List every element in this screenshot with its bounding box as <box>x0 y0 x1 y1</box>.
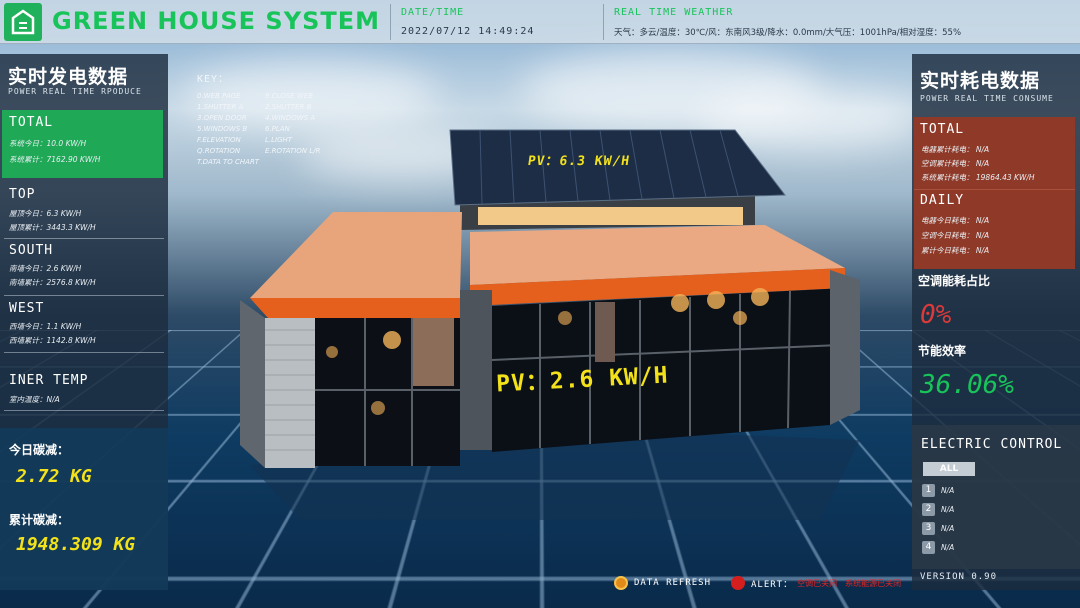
row-label: 室内温度： <box>9 395 47 404</box>
consume-daily-heading: DAILY <box>920 193 964 208</box>
carbon-today-label: 今日碳减： <box>9 441 69 458</box>
datetime-label: DATE/TIME <box>401 7 464 18</box>
row-value: 10.0 KW/H <box>47 139 87 148</box>
generation-subtitle: POWER REAL TIME RPODUCE <box>8 87 142 96</box>
row-label: 屋顶今日： <box>9 209 47 218</box>
row-value: 1.1 KW/H <box>47 322 82 331</box>
control-switch-3[interactable]: 3 N/A <box>922 522 954 535</box>
key-item: T.DATA TO CHART <box>197 158 259 166</box>
row-label: 南墙累计： <box>9 278 47 287</box>
row-value: 2576.8 KW/H <box>47 278 96 287</box>
weather-value: 天气：多云/温度：30℃/风：东南风3级/降水：0.0mm/大气压：1001hP… <box>614 26 961 38</box>
key-item: 4.WINDOWS A <box>265 114 315 122</box>
key-item: Q.ROTATION <box>197 147 240 155</box>
key-item: 3.OPEN DOOR <box>197 114 247 122</box>
ac-ratio-label: 空调能耗占比 <box>918 272 990 289</box>
row-value: 2.6 KW/H <box>47 264 82 273</box>
row-label: 西墙累计： <box>9 336 47 345</box>
efficiency-value: 36.06% <box>920 370 1014 400</box>
row-label: 系统今日： <box>9 139 47 148</box>
row-label: 南墙今日： <box>9 264 47 273</box>
carbon-today-value: 2.72 KG <box>16 466 92 487</box>
row-value: 3443.3 KW/H <box>47 223 96 232</box>
row-value: 7162.90 KW/H <box>47 155 101 164</box>
electric-control-title: ELECTRIC CONTROL <box>921 437 1062 452</box>
header-bar: GREEN HOUSE SYSTEM DATE/TIME 2022/07/12 … <box>0 0 1080 44</box>
row-label: 系统累计耗电： <box>921 173 974 182</box>
key-item: 5.WINDOWS B <box>197 125 247 133</box>
south-heading[interactable]: SOUTH <box>9 243 53 258</box>
alert-indicator: ALERT： 空调已关闭 系统能源已关闭 <box>731 576 901 590</box>
control-switch-1[interactable]: 1 N/A <box>922 484 954 497</box>
row-label: 西墙今日： <box>9 322 47 331</box>
key-item: 9.CLOSE WEB <box>265 92 313 100</box>
data-refresh-button[interactable]: DATA REFRESH <box>614 576 711 590</box>
app-title: GREEN HOUSE SYSTEM <box>52 7 380 35</box>
key-item: 0.WEB PAGE <box>197 92 241 100</box>
house-logo-icon <box>4 3 42 41</box>
key-legend: KEY： 0.WEB PAGE 9.CLOSE WEB 1.SHUTTER A … <box>197 70 377 180</box>
refresh-icon <box>614 576 628 590</box>
key-item: L.LIGHT <box>265 136 292 144</box>
alert-icon <box>731 576 745 590</box>
control-switch-4[interactable]: 4 N/A <box>922 541 954 554</box>
consume-title: 实时耗电数据 <box>920 66 1040 93</box>
row-value: N/A <box>976 159 989 168</box>
row-value: N/A <box>976 216 989 225</box>
total-heading: TOTAL <box>9 115 53 130</box>
generation-title: 实时发电数据 <box>8 62 128 89</box>
key-item: F.ELEVATION <box>197 136 241 144</box>
row-value: N/A <box>976 246 989 255</box>
all-control-button[interactable]: ALL <box>923 462 975 476</box>
row-value: 1142.8 KW/H <box>47 336 96 345</box>
key-item: E.ROTATION L/R <box>265 147 320 155</box>
efficiency-label: 节能效率 <box>918 342 966 359</box>
row-label: 累计今日耗电： <box>921 246 974 255</box>
ac-ratio-value: 0% <box>920 300 951 330</box>
row-value: N/A <box>976 145 989 154</box>
row-label: 电器今日耗电： <box>921 216 974 225</box>
west-heading[interactable]: WEST <box>9 301 44 316</box>
row-label: 空调今日耗电： <box>921 231 974 240</box>
row-value: N/A <box>47 395 60 404</box>
alert-message-2: 系统能源已关闭 <box>845 578 901 589</box>
row-label: 电器累计耗电： <box>921 145 974 154</box>
row-value: 6.3 KW/H <box>47 209 82 218</box>
consume-subtitle: POWER REAL TIME CONSUME <box>920 94 1054 103</box>
datetime-value: 2022/07/12 14:49:24 <box>401 26 534 37</box>
alert-message-1: 空调已关闭 <box>797 578 837 589</box>
row-value: N/A <box>976 231 989 240</box>
weather-label: REAL TIME WEATHER <box>614 7 733 18</box>
carbon-total-label: 累计碳减： <box>9 511 69 528</box>
roof-pv-readout: PV：6.3 KW/H <box>527 150 632 169</box>
consume-total-heading: TOTAL <box>920 122 964 137</box>
key-item: 2.SHUTTER B <box>265 103 311 111</box>
key-item: 6.PLAN <box>265 125 290 133</box>
carbon-total-value: 1948.309 KG <box>16 534 135 555</box>
row-label: 屋顶累计： <box>9 223 47 232</box>
version-label: VERSION 0.90 <box>920 572 997 582</box>
key-title: KEY： <box>197 70 229 85</box>
control-switch-2[interactable]: 2 N/A <box>922 503 954 516</box>
row-label: 系统累计： <box>9 155 47 164</box>
key-item: 1.SHUTTER A <box>197 103 243 111</box>
row-label: 空调累计耗电： <box>921 159 974 168</box>
inner-temp-heading[interactable]: INER TEMP <box>9 373 88 388</box>
top-heading[interactable]: TOP <box>9 187 35 202</box>
row-value: 19864.43 KW/H <box>976 173 1035 182</box>
